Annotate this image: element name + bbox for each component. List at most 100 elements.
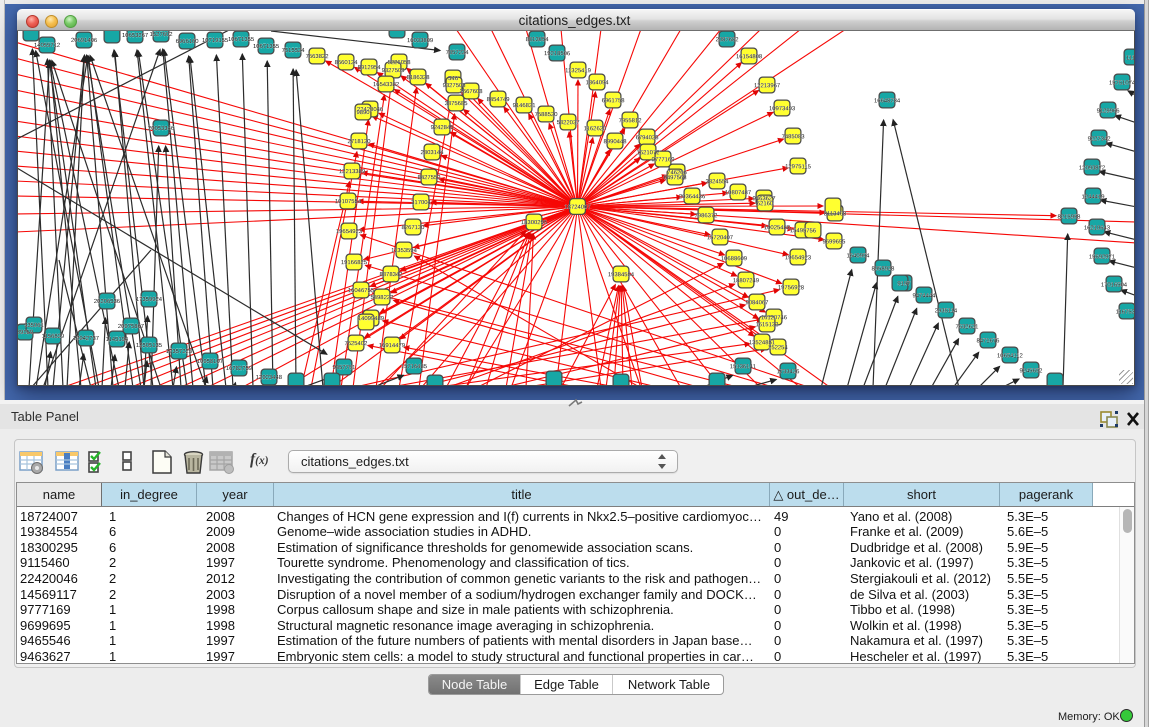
svg-text:17359924: 17359924 [136,296,163,303]
svg-text:14055712: 14055712 [34,42,60,49]
svg-text:9242845: 9242845 [431,124,455,131]
svg-text:12213389: 12213389 [339,168,365,175]
svg-text:1527602: 1527602 [150,31,173,38]
svg-text:12975115: 12975115 [785,163,811,170]
svg-text:15751074: 15751074 [1109,79,1135,86]
svg-text:8912954: 8912954 [358,64,382,71]
svg-text:10671355: 10671355 [228,36,255,43]
svg-text:9146821: 9146821 [513,102,536,109]
svg-text:19166825: 19166825 [341,259,368,266]
svg-text:2935114: 2935114 [935,307,958,314]
svg-text:546: 546 [448,75,459,82]
svg-text:7663822: 7663822 [306,53,329,60]
svg-text:2803144: 2803144 [421,149,445,156]
svg-text:12923448: 12923448 [256,374,283,381]
svg-text:1156829: 1156829 [42,333,65,340]
svg-text:10653267: 10653267 [122,32,148,39]
svg-text:7632621: 7632621 [955,323,978,330]
svg-text:19756928: 19756928 [778,284,805,291]
svg-text:20364436: 20364436 [679,193,706,200]
svg-text:7625402: 7625402 [344,340,367,347]
svg-text:16648784: 16648784 [874,97,901,104]
svg-text:1640954: 1640954 [847,252,871,259]
svg-text:5822037: 5822037 [557,119,580,126]
svg-text:20691406: 20691406 [71,37,98,44]
svg-text:8471676: 8471676 [976,337,1000,344]
svg-text:39159: 39159 [18,329,33,336]
svg-text:2718120: 2718120 [348,138,372,145]
svg-text:16782759: 16782759 [226,365,252,372]
svg-text:20053346: 20053346 [148,125,175,132]
svg-text:9457791: 9457791 [332,364,355,371]
svg-text:12942737: 12942737 [73,335,99,342]
svg-text:16543382: 16543382 [373,81,399,88]
svg-text:1167533: 1167533 [1116,308,1135,315]
svg-text:7485083: 7485083 [782,133,806,140]
svg-text:19218506: 19218506 [544,50,571,57]
svg-text:15495756: 15495756 [790,227,817,234]
svg-text:1145194: 1145194 [106,336,129,343]
svg-text:12505135: 12505135 [136,342,163,349]
svg-text:12213967: 12213967 [754,82,780,89]
svg-text:6966160: 6966160 [176,38,200,45]
svg-text:9227342: 9227342 [1088,135,1111,142]
svg-text:62160: 62160 [757,200,774,207]
svg-text:1615132: 1615132 [755,321,778,328]
svg-text:7986372: 7986372 [695,212,718,219]
svg-text:317004: 317004 [411,199,431,206]
svg-text:19654923: 19654923 [785,254,812,261]
svg-text:18724007: 18724007 [564,204,590,211]
svg-text:19654923: 19654923 [336,228,363,235]
svg-text:9777169: 9777169 [652,156,675,163]
svg-text:252254: 252254 [768,344,788,351]
svg-text:11353594: 11353594 [391,247,417,254]
svg-text:1244419: 1244419 [1082,193,1105,200]
svg-text:14099489: 14099489 [358,315,384,322]
svg-text:5226058: 5226058 [388,59,412,66]
svg-text:1864094: 1864094 [586,79,610,86]
svg-text:16046755: 16046755 [348,287,375,294]
svg-text:10107554: 10107554 [335,198,362,205]
svg-text:16914479: 16914479 [379,342,405,349]
svg-text:12093872: 12093872 [1079,164,1105,171]
svg-text:7857224: 7857224 [446,49,470,56]
svg-text:10958107: 10958107 [197,358,223,365]
svg-text:10654112: 10654112 [997,352,1023,359]
svg-text:2667608: 2667608 [460,88,484,95]
svg-text:9245652: 9245652 [1019,367,1042,374]
svg-text:8958928: 8958928 [871,265,895,272]
svg-text:20975867: 20975867 [118,323,144,330]
svg-text:9084067: 9084067 [745,299,768,306]
svg-text:10688609: 10688609 [721,255,747,262]
svg-text:1621072: 1621072 [637,149,660,156]
svg-text:18807249: 18807249 [733,277,759,284]
svg-text:3875685: 3875685 [445,100,469,107]
svg-text:1162620: 1162620 [584,125,607,132]
svg-text:8267130: 8267130 [402,224,426,231]
svg-text:9327509: 9327509 [382,67,405,74]
svg-text:10973493: 10973493 [769,105,796,112]
svg-text:15716485: 15716485 [401,363,428,370]
svg-text:10807487: 10807487 [725,189,751,196]
svg-text:16154808: 16154808 [736,53,763,60]
svg-text:11325419: 11325419 [565,67,591,74]
svg-text:16033809: 16033809 [407,37,433,44]
svg-text:15720407: 15720407 [707,234,733,241]
svg-text:19384554: 19384554 [608,271,635,278]
svg-text:3824554: 3824554 [706,178,730,185]
svg-text:16210643: 16210643 [1084,224,1111,231]
svg-text:16120746: 16120746 [761,314,788,321]
svg-text:5498222: 5498222 [370,294,393,301]
svg-text:17357223: 17357223 [166,348,193,355]
svg-text:7515524: 7515524 [282,47,306,54]
svg-text:9129966: 9129966 [1097,107,1121,114]
svg-text:9699695: 9699695 [823,238,847,245]
svg-text:7588520: 7588520 [535,111,559,118]
svg-text:8813054: 8813054 [526,36,550,43]
svg-text:8990448: 8990448 [604,138,628,145]
svg-text:2087682: 2087682 [716,36,739,43]
svg-text:6961758: 6961758 [602,97,626,104]
svg-text:20206536: 20206536 [94,298,121,305]
svg-text:8660124: 8660124 [335,59,359,66]
svg-text:15692971: 15692971 [1089,253,1115,260]
